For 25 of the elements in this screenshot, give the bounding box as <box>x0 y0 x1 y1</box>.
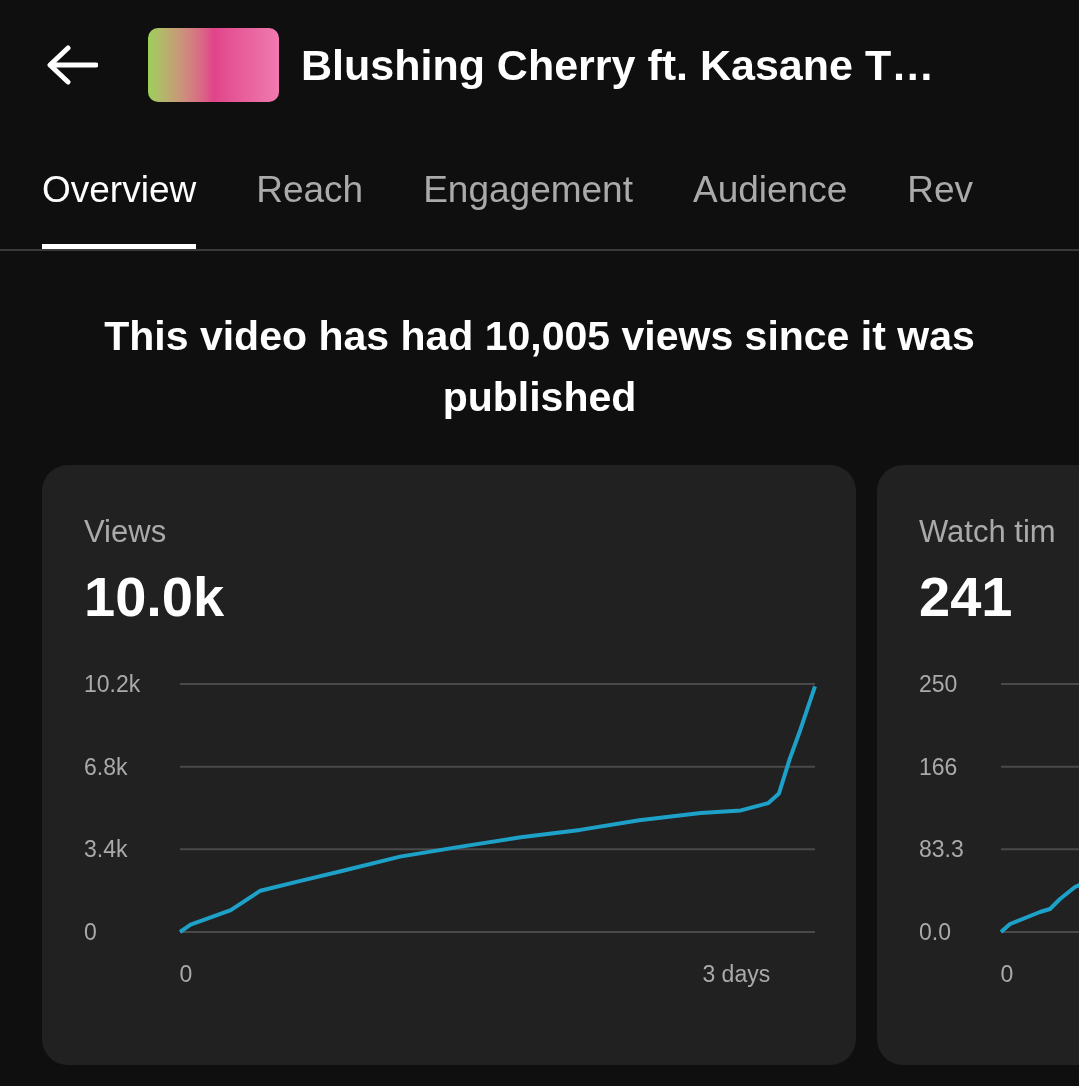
metric-label: Views <box>84 513 167 551</box>
back-arrow-icon[interactable] <box>46 45 98 85</box>
tab[interactable]: Reach <box>256 130 364 249</box>
metric-value: 241 <box>919 564 1013 630</box>
metric-card[interactable]: Views 10.0k 10.2k 6.8k 3.4k 0 0 3 days <box>42 465 856 1065</box>
tab[interactable]: Audience <box>693 130 848 249</box>
x-axis-label: 3 days <box>702 961 771 987</box>
y-axis-label: 0.0 <box>919 919 951 945</box>
tab[interactable]: Rev <box>907 130 974 249</box>
y-axis-label: 3.4k <box>84 836 128 863</box>
x-axis-label: 0 <box>179 961 193 987</box>
y-axis-label: 83.3 <box>919 836 964 863</box>
x-axis-label: 0 <box>1000 961 1014 987</box>
y-axis-label: 6.8k <box>84 753 128 780</box>
y-axis-label: 166 <box>919 753 958 780</box>
y-axis-label: 10.2k <box>84 671 141 697</box>
tab[interactable]: Engagement <box>423 130 633 249</box>
views-summary-heading: This video has had 10,005 views since it was published <box>103 312 976 422</box>
y-axis-label: 0 <box>84 919 97 945</box>
video-title: Blushing Cherry ft. Kasane T… <box>301 39 935 91</box>
metric-card[interactable]: Watch tim 241 250 166 83.3 0.0 0 <box>877 465 1079 1065</box>
metric-label: Watch tim <box>919 513 1056 551</box>
metric-value: 10.0k <box>84 564 225 630</box>
tab[interactable]: Overview <box>42 130 197 249</box>
y-axis-label: 250 <box>919 671 958 697</box>
